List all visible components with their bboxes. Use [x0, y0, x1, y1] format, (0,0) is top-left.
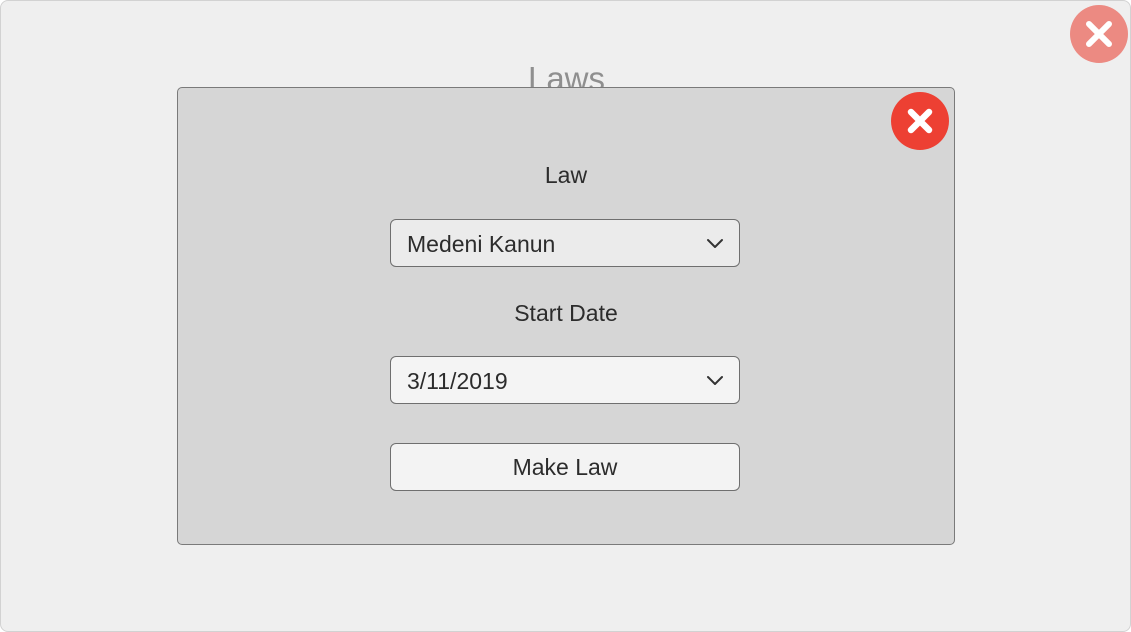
chevron-down-icon: [707, 376, 723, 385]
start-date-label: Start Date: [514, 300, 618, 326]
make-law-button[interactable]: Make Law: [390, 443, 740, 491]
start-date-dropdown-value: 3/11/2019: [407, 368, 508, 394]
close-icon: [907, 108, 933, 134]
background-close-button[interactable]: [1070, 5, 1128, 63]
dialog-close-button[interactable]: [891, 92, 949, 150]
law-dropdown-value: Medeni Kanun: [407, 231, 556, 257]
start-date-dropdown[interactable]: 3/11/2019: [390, 356, 740, 404]
law-label: Law: [544, 162, 588, 188]
close-icon: [1086, 21, 1112, 47]
chevron-down-icon: [707, 239, 723, 248]
law-dropdown[interactable]: Medeni Kanun: [390, 219, 740, 267]
make-law-dialog: Law Medeni Kanun Start Date 3/11/2019 Ma…: [177, 87, 955, 545]
